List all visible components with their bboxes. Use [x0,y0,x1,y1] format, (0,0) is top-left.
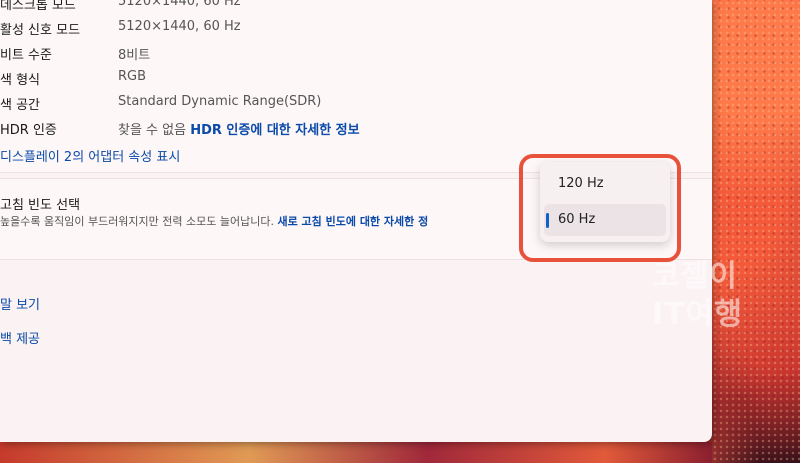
refresh-rate-description: 높을수록 움직임이 부드러워지지만 전력 소모도 늘어납니다. 새로 고침 빈도… [0,213,428,229]
property-label: 데스크톱 모드 [0,0,76,13]
watermark-line2: IT여행 [652,297,743,332]
property-label: 색 형식 [0,73,41,88]
property-value: 5120×1440, 60 Hz [118,19,241,34]
property-label: HDR 인증 [0,123,57,138]
refresh-rate-description-text: 높을수록 움직임이 부드러워지지만 전력 소모도 늘어납니다. [0,215,274,228]
hdr-value: 찾을 수 없음 [118,123,187,138]
option-label: 60 Hz [558,212,596,227]
adapter-properties-link[interactable]: 디스플레이 2의 어댑터 속성 표시 [0,146,180,165]
watermark-line1: 코젤이 [652,259,738,294]
help-link[interactable]: 말 보기 [0,294,40,313]
selection-indicator [546,213,549,228]
dropdown-option-120hz[interactable]: 120 Hz [544,168,666,200]
property-value: 8비트 [118,48,151,63]
property-value: 5120×1440, 60 Hz [118,0,241,9]
property-value: 찾을 수 없음 HDR 인증에 대한 자세한 정보 [118,119,360,138]
property-label: 비트 수준 [0,48,52,63]
property-label: 활성 신호 모드 [0,23,81,38]
hdr-info-link[interactable]: HDR 인증에 대한 자세한 정보 [190,123,359,138]
property-label: 색 공간 [0,98,41,113]
refresh-rate-info-link[interactable]: 새로 고침 빈도에 대한 자세한 정 [277,215,428,228]
option-label: 120 Hz [558,176,604,191]
refresh-rate-title: 고침 빈도 선택 [0,198,81,213]
feedback-link[interactable]: 백 제공 [0,328,40,347]
property-value: Standard Dynamic Range(SDR) [118,94,322,109]
refresh-rate-dropdown[interactable]: 120 Hz 60 Hz [540,162,670,242]
property-value: RGB [118,69,147,84]
wallpaper-texture [712,0,800,463]
watermark: 코젤이 IT여행 [652,258,772,334]
wallpaper-bottom-strip [0,442,712,463]
dropdown-option-60hz[interactable]: 60 Hz [544,204,666,236]
